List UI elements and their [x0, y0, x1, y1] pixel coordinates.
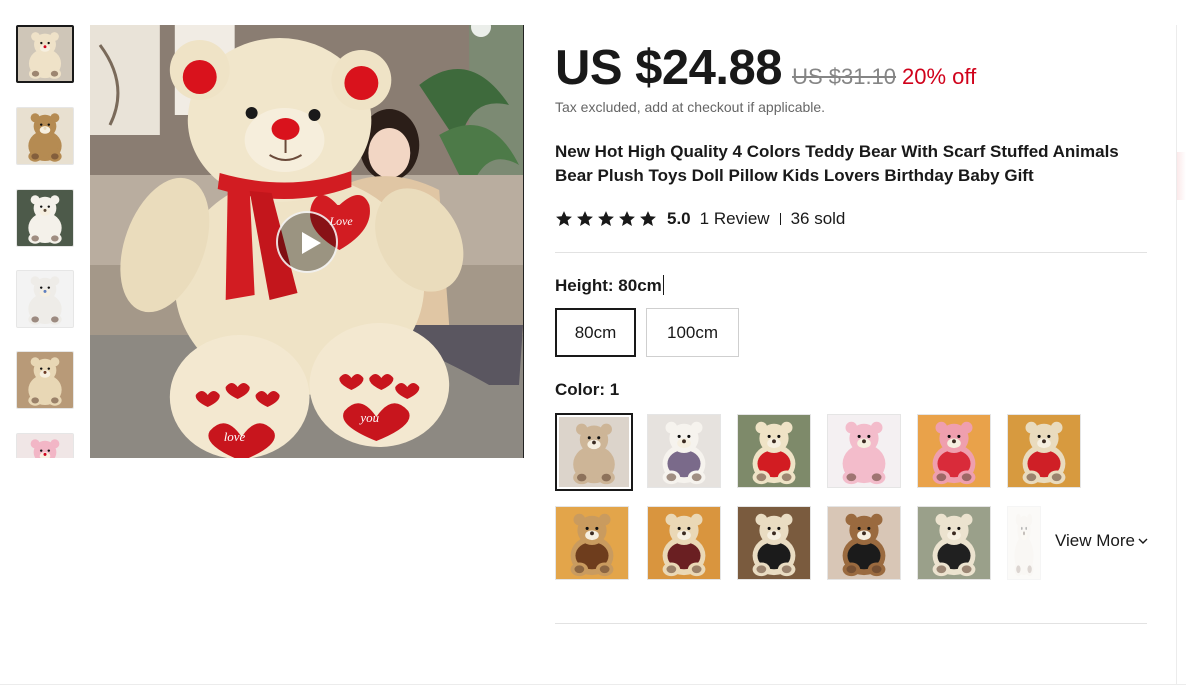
thumbnail-4[interactable] — [16, 270, 74, 328]
view-more-label: View More — [1055, 531, 1135, 550]
size-option-100cm[interactable]: 100cm — [646, 308, 739, 357]
divider-top — [555, 252, 1147, 253]
swatch-white-purple-scarf[interactable] — [647, 414, 721, 488]
separator — [779, 213, 781, 225]
bear-thumbnail-image — [17, 352, 73, 408]
product-title: New Hot High Quality 4 Colors Teddy Bear… — [555, 142, 1119, 185]
thumbnail-3[interactable] — [16, 189, 74, 247]
star-icon — [577, 211, 593, 227]
swatch-image — [556, 507, 628, 579]
swatch-pink-red-shirt[interactable] — [917, 414, 991, 488]
text-cursor — [662, 275, 664, 295]
bear-thumbnail-image — [17, 190, 73, 246]
swatch-image — [648, 507, 720, 579]
star-icon — [556, 211, 572, 227]
color-label-text: Color: — [555, 380, 610, 399]
swatch-image — [1008, 415, 1080, 487]
height-label: Height: 80cm — [555, 275, 664, 296]
side-panel-border — [1176, 25, 1177, 685]
swatch-image — [738, 415, 810, 487]
swatch-image — [738, 507, 810, 579]
thumbnail-list — [14, 25, 76, 458]
left-paw-text: love — [224, 429, 246, 444]
star-icon — [640, 211, 656, 227]
original-price: US $31.10 — [792, 64, 897, 89]
bear-thumbnail-image — [17, 434, 73, 458]
side-panel-accent — [1177, 152, 1186, 200]
swatch-pink-bear[interactable] — [827, 414, 901, 488]
swatch-image — [1008, 507, 1040, 579]
play-video-button[interactable] — [276, 211, 338, 273]
rating-row: 5.0 1 Review 36 sold — [555, 207, 845, 231]
size-option-80cm[interactable]: 80cm — [555, 308, 636, 357]
swatch-cream-black-shirt[interactable] — [917, 506, 991, 580]
tax-note: Tax excluded, add at checkout if applica… — [555, 99, 826, 115]
play-icon — [302, 232, 321, 254]
chevron-down-icon — [1138, 538, 1148, 544]
height-selected: 80cm — [618, 276, 662, 295]
right-paw-text: you — [358, 410, 379, 425]
reviews-link[interactable]: 1 Review — [700, 209, 770, 229]
rating-score: 5.0 — [667, 209, 691, 228]
color-selected: 1 — [609, 380, 620, 399]
main-product-image[interactable]: Love love you — [90, 25, 524, 458]
swatch-cream-red-shirt[interactable] — [1007, 414, 1081, 488]
discount-badge: 20% off — [902, 64, 977, 89]
swatch-image — [918, 415, 990, 487]
swatch-cream-maroon-shirt[interactable] — [647, 506, 721, 580]
swatch-image — [828, 415, 900, 487]
star-icon — [619, 211, 635, 227]
star-icon — [598, 211, 614, 227]
swatch-image — [559, 417, 629, 487]
sold-count: 36 sold — [790, 209, 846, 228]
swatch-image — [828, 507, 900, 579]
bear-thumbnail-image — [18, 27, 72, 81]
star-rating — [555, 210, 657, 228]
current-price: US $24.88 — [555, 41, 783, 95]
thumbnail-6[interactable] — [16, 433, 74, 458]
swatch-brown-beige[interactable] — [555, 413, 633, 491]
color-label: Color: 1 — [555, 380, 619, 400]
thumbnail-2[interactable] — [16, 107, 74, 165]
bear-thumbnail-image — [17, 271, 73, 327]
swatch-image — [918, 507, 990, 579]
height-label-text: Height: — [555, 276, 619, 295]
bear-thumbnail-image — [17, 108, 73, 164]
view-more-button[interactable]: View More — [1055, 531, 1148, 551]
price-row: US $24.88 US $31.10 20% off — [555, 40, 976, 96]
thumbnail-5[interactable] — [16, 351, 74, 409]
thumbnail-1[interactable] — [16, 25, 74, 83]
swatch-brown-black-iloveyou[interactable] — [827, 506, 901, 580]
divider-bottom — [555, 623, 1147, 624]
swatch-cream-black-iloveyou[interactable] — [737, 506, 811, 580]
swatch-cream-red-scarf[interactable] — [737, 414, 811, 488]
swatch-partial-white[interactable] — [1007, 506, 1041, 580]
swatch-tan-brown-shirt[interactable] — [555, 506, 629, 580]
swatch-image — [648, 415, 720, 487]
